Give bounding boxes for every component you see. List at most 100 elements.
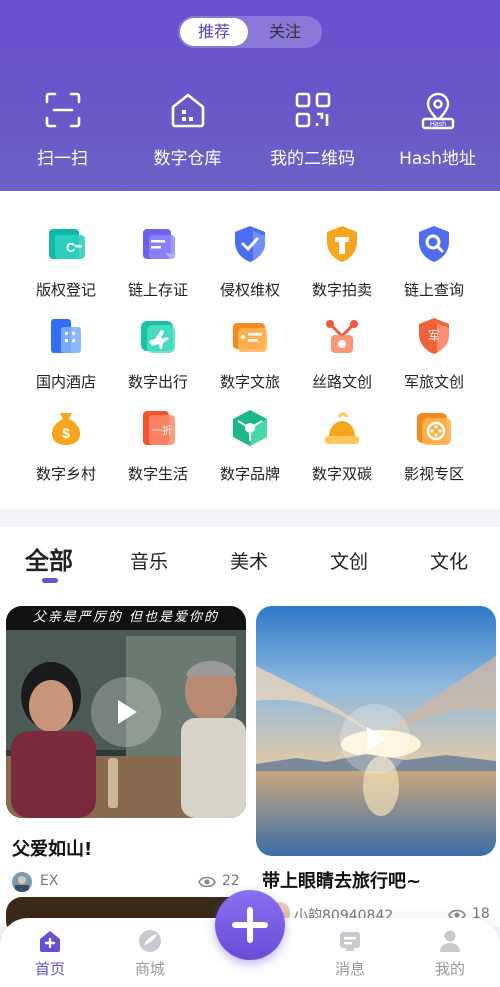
service-film-zone[interactable]: 影视专区 bbox=[388, 407, 480, 489]
service-digital-carbon[interactable]: 数字双碳 bbox=[296, 407, 388, 489]
scan-label: 扫一扫 bbox=[37, 149, 88, 169]
svg-text:Hash: Hash bbox=[429, 121, 445, 128]
service-chain-query[interactable]: 链上查询 bbox=[388, 223, 480, 305]
message-icon bbox=[340, 932, 360, 951]
tab-follow[interactable]: 关注 bbox=[250, 16, 320, 48]
service-domestic-hotel[interactable]: 国内酒店 bbox=[20, 315, 112, 397]
network-icon bbox=[326, 320, 358, 353]
header: 推荐 关注 扫一扫 数字仓库 我的二维码 Hash Hash地址 bbox=[0, 0, 500, 191]
author-name: EX bbox=[40, 873, 59, 889]
service-label: 数字品牌 bbox=[219, 465, 280, 483]
service-silk-road[interactable]: 丝路文创 bbox=[296, 315, 388, 397]
service-label: 链上存证 bbox=[127, 281, 188, 299]
tab-message[interactable]: 消息 bbox=[320, 928, 380, 979]
play-icon bbox=[367, 727, 386, 751]
shield-check-icon bbox=[235, 226, 265, 262]
ticket-icon bbox=[233, 323, 267, 352]
profile-icon bbox=[440, 930, 460, 952]
my-qrcode-label: 我的二维码 bbox=[270, 149, 355, 169]
video-thumbnail[interactable] bbox=[256, 606, 496, 856]
money-bag-icon: $ bbox=[52, 413, 80, 445]
category-tabs: 全部 音乐 美术 文创 文化 bbox=[0, 527, 500, 597]
top-segment-control: 推荐 关注 bbox=[178, 16, 322, 48]
video-caption: 父亲是严厉的 但也是爱你的 bbox=[32, 610, 220, 625]
plane-icon bbox=[141, 321, 175, 353]
service-label: 丝路文创 bbox=[311, 373, 372, 391]
service-label: 数字出行 bbox=[127, 373, 188, 391]
service-label: 侵权维权 bbox=[219, 281, 280, 299]
category-music[interactable]: 音乐 bbox=[130, 547, 168, 574]
card-title: 父爱如山! bbox=[12, 839, 93, 860]
tab-profile-label: 我的 bbox=[434, 960, 465, 978]
tab-home[interactable]: 首页 bbox=[20, 928, 80, 979]
hotel-icon bbox=[51, 319, 81, 353]
service-grid: C 版权登记 链上存证 侵权维权 数字拍卖 链上查询 国内酒店 数字出行 数字文… bbox=[0, 191, 500, 509]
carbon-icon bbox=[325, 412, 359, 444]
plus-icon bbox=[232, 907, 268, 943]
category-creative[interactable]: 文创 bbox=[330, 547, 368, 574]
hash-address-label: Hash地址 bbox=[399, 149, 476, 169]
content-feed: 父亲是严厉的 但也是爱你的 父爱如山! EX 22 带上眼睛去旅行吧~ 小韵80… bbox=[0, 597, 500, 927]
category-culture[interactable]: 文化 bbox=[430, 547, 468, 574]
chain-evidence-icon bbox=[143, 229, 176, 259]
search-icon bbox=[419, 226, 449, 262]
hash-location-icon: Hash bbox=[421, 92, 454, 130]
service-digital-culture-tour[interactable]: 数字文旅 bbox=[204, 315, 296, 397]
play-button[interactable] bbox=[340, 704, 410, 774]
scan-button[interactable]: 扫一扫 bbox=[0, 90, 125, 169]
eye-icon bbox=[198, 876, 216, 888]
service-infringement-rights[interactable]: 侵权维权 bbox=[204, 223, 296, 305]
feed-card[interactable]: 父亲是严厉的 但也是爱你的 父爱如山! EX 22 bbox=[6, 606, 246, 896]
service-label: 数字文旅 bbox=[219, 373, 280, 391]
feed-card[interactable]: 带上眼睛去旅行吧~ 小韵80940842 18 bbox=[256, 606, 496, 924]
tab-recommend[interactable]: 推荐 bbox=[180, 18, 248, 46]
service-digital-travel[interactable]: 数字出行 bbox=[112, 315, 204, 397]
hash-address-button[interactable]: Hash Hash地址 bbox=[375, 90, 500, 169]
service-label: 数字双碳 bbox=[311, 465, 372, 483]
service-digital-auction[interactable]: 数字拍卖 bbox=[296, 223, 388, 305]
home-icon bbox=[40, 931, 60, 952]
film-icon bbox=[417, 413, 451, 445]
discount-icon: 一折 bbox=[143, 411, 175, 445]
warehouse-label: 数字仓库 bbox=[153, 149, 222, 169]
warehouse-icon bbox=[171, 93, 204, 128]
tab-message-label: 消息 bbox=[334, 960, 365, 978]
service-label: 链上查询 bbox=[403, 281, 464, 299]
service-copyright-register[interactable]: C 版权登记 bbox=[20, 223, 112, 305]
category-all[interactable]: 全部 bbox=[25, 541, 73, 576]
avatar[interactable] bbox=[12, 872, 32, 892]
service-label: 影视专区 bbox=[403, 465, 464, 483]
category-active-indicator bbox=[42, 578, 58, 583]
my-qrcode-button[interactable]: 我的二维码 bbox=[250, 90, 375, 169]
service-label: 数字生活 bbox=[127, 465, 188, 483]
tab-profile[interactable]: 我的 bbox=[420, 928, 480, 979]
svg-text:$: $ bbox=[62, 425, 70, 441]
service-digital-village[interactable]: $ 数字乡村 bbox=[20, 407, 112, 489]
qrcode-icon bbox=[295, 92, 330, 128]
warehouse-button[interactable]: 数字仓库 bbox=[125, 90, 250, 169]
video-thumbnail[interactable]: 父亲是严厉的 但也是爱你的 bbox=[6, 606, 246, 818]
play-icon bbox=[118, 700, 137, 724]
service-digital-life[interactable]: 一折 数字生活 bbox=[112, 407, 204, 489]
play-button[interactable] bbox=[91, 677, 161, 747]
discount-badge-text: 一折 bbox=[152, 424, 172, 437]
tab-home-label: 首页 bbox=[34, 960, 65, 978]
service-military-culture[interactable]: 军 军旅文创 bbox=[388, 315, 480, 397]
copyright-register-icon: C bbox=[49, 229, 85, 259]
service-chain-evidence[interactable]: 链上存证 bbox=[112, 223, 204, 305]
army-shield-icon: 军 bbox=[419, 318, 449, 354]
auction-icon bbox=[327, 226, 357, 262]
svg-text:C: C bbox=[66, 240, 76, 255]
service-label: 军旅文创 bbox=[403, 373, 464, 391]
service-label: 国内酒店 bbox=[35, 373, 96, 391]
view-count: 22 bbox=[222, 873, 240, 889]
service-digital-brand[interactable]: 数字品牌 bbox=[204, 407, 296, 489]
create-button[interactable] bbox=[215, 890, 285, 960]
service-label: 数字拍卖 bbox=[311, 281, 372, 299]
service-label: 数字乡村 bbox=[35, 465, 96, 483]
tab-shop[interactable]: 商城 bbox=[120, 928, 180, 979]
scan-icon bbox=[45, 92, 80, 128]
shop-icon bbox=[139, 930, 161, 952]
category-art[interactable]: 美术 bbox=[230, 547, 268, 574]
tab-shop-label: 商城 bbox=[134, 960, 165, 978]
